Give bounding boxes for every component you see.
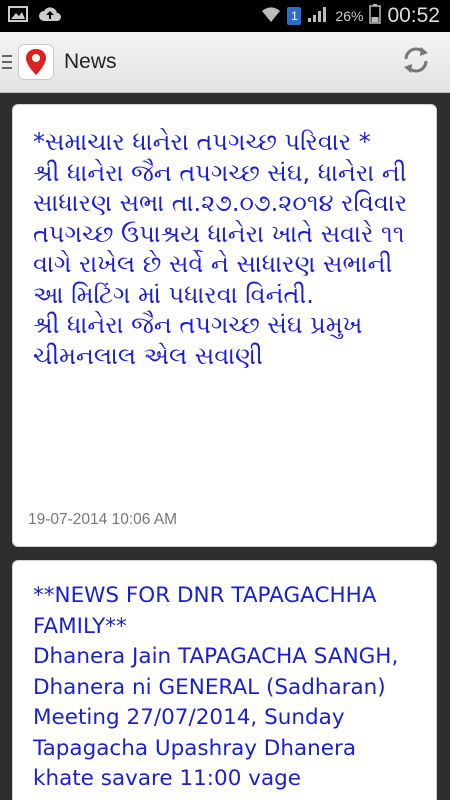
news-line: શ્રી ધાનેરા જૈન તપગચ્છ સંઘ, ધાનેરા ની સા… (33, 158, 408, 309)
refresh-icon (400, 44, 432, 80)
news-line: **NEWS FOR DNR TAPAGACHHA FAMILY** (33, 583, 377, 639)
news-text: *સમાચાર ધાનેરા તપગચ્છ પરિવાર * શ્રી ધાને… (13, 105, 436, 371)
refresh-button[interactable] (396, 42, 436, 82)
gallery-icon (8, 6, 28, 26)
signal-icon (307, 5, 329, 27)
news-card[interactable]: **NEWS FOR DNR TAPAGACHHA FAMILY** Dhane… (12, 560, 437, 800)
battery-icon (369, 4, 382, 28)
cloud-upload-icon (38, 6, 62, 26)
wifi-icon (261, 5, 281, 27)
status-bar: 1 26% 00:52 (0, 0, 450, 32)
news-line: *સમાચાર ધાનેરા તપગચ્છ પરિવાર * (33, 128, 371, 156)
news-line: શ્રી ધાનેરા જૈન તપગચ્છ સંઘ પ્રમુખ (33, 311, 363, 339)
news-timestamp: 19-07-2014 10:06 AM (28, 511, 178, 528)
battery-percent: 26% (335, 8, 364, 24)
news-line: ચીમનલાલ એલ સવાણી (33, 341, 263, 370)
news-list[interactable]: *સમાચાર ધાનેરા તપગચ્છ પરિવાર * શ્રી ધાને… (0, 93, 450, 800)
page-title: News (64, 50, 117, 73)
news-card[interactable]: *સમાચાર ધાનેરા તપગચ્છ પરિવાર * શ્રી ધાને… (12, 104, 437, 547)
news-text: **NEWS FOR DNR TAPAGACHHA FAMILY** Dhane… (13, 561, 436, 795)
action-bar: News (0, 32, 450, 93)
sim-badge: 1 (287, 7, 302, 25)
clock: 00:52 (387, 4, 440, 27)
app-logo-icon[interactable] (18, 44, 54, 80)
menu-icon[interactable] (2, 55, 12, 69)
news-line: Dhanera Jain TAPAGACHA SANGH, Dhanera ni… (33, 644, 399, 791)
